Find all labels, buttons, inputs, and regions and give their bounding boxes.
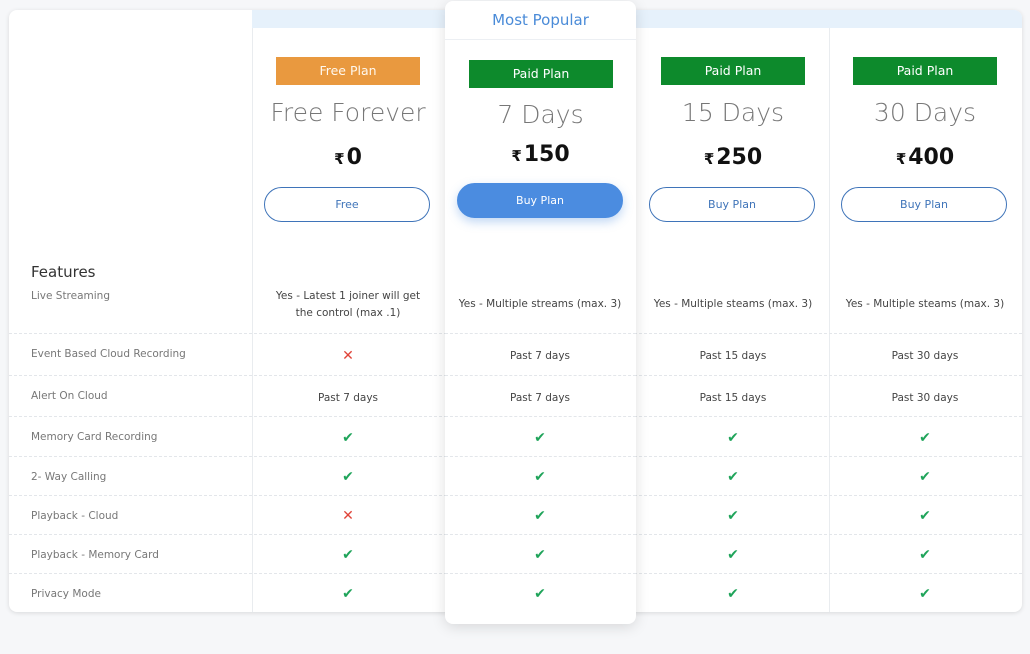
plan-badge: Paid Plan	[469, 60, 613, 88]
check-icon: ✔	[727, 586, 739, 602]
feature-value: Past 7 days	[317, 392, 379, 404]
price-value: 0	[346, 145, 362, 170]
price-value: 150	[523, 142, 570, 167]
currency-symbol: ₹	[511, 147, 522, 165]
feature-value: Past 7 days	[509, 350, 571, 362]
plan-name: Free Forever	[270, 98, 426, 127]
feature-value: Yes - Multiple streams (max. 3)	[458, 298, 622, 310]
check-icon: ✔	[727, 547, 739, 563]
plan-badge: Free Plan	[276, 57, 420, 85]
check-icon: ✔	[342, 586, 354, 602]
feature-label: Playback - Memory Card	[31, 549, 159, 561]
feature-value: Yes - Multiple steams (max. 3)	[653, 298, 813, 310]
check-icon: ✔	[534, 469, 546, 485]
feature-value: Past 30 days	[891, 392, 959, 404]
row-separator	[445, 573, 636, 574]
feature-label: 2- Way Calling	[31, 471, 107, 483]
plan-badge: Paid Plan	[853, 57, 997, 85]
check-icon: ✔	[919, 547, 931, 563]
check-icon: ✔	[919, 469, 931, 485]
plan-price: ₹0	[252, 145, 444, 170]
check-icon: ✔	[534, 586, 546, 602]
feature-label: Memory Card Recording	[31, 431, 158, 443]
feature-label: Event Based Cloud Recording	[31, 348, 186, 360]
check-icon: ✔	[534, 430, 546, 446]
row-separator	[445, 416, 636, 417]
feature-value: Past 15 days	[699, 350, 767, 362]
buy-plan-button[interactable]: Buy Plan	[457, 183, 623, 218]
feature-label: Playback - Cloud	[31, 510, 119, 522]
plan-badge: Paid Plan	[661, 57, 805, 85]
row-separator	[445, 534, 636, 535]
most-popular-label: Most Popular	[445, 1, 636, 40]
check-icon: ✔	[727, 508, 739, 524]
currency-symbol: ₹	[334, 150, 345, 168]
check-icon: ✔	[919, 508, 931, 524]
plan-price: ₹250	[637, 145, 829, 170]
plan-price: ₹400	[829, 145, 1021, 170]
cross-icon: ✕	[342, 348, 354, 364]
check-icon: ✔	[727, 469, 739, 485]
cross-icon: ✕	[342, 508, 354, 524]
check-icon: ✔	[919, 586, 931, 602]
free-button[interactable]: Free	[264, 187, 430, 222]
plan-name: 7 Days	[497, 100, 584, 129]
check-icon: ✔	[534, 508, 546, 524]
row-separator	[445, 375, 636, 376]
feature-value: Past 15 days	[699, 392, 767, 404]
plan-name: 30 Days	[873, 98, 977, 127]
currency-symbol: ₹	[895, 150, 907, 168]
price-value: 250	[716, 145, 763, 170]
feature-value: Yes - Multiple steams (max. 3)	[845, 298, 1005, 310]
feature-label: Live Streaming	[31, 290, 111, 302]
check-icon: ✔	[342, 469, 354, 485]
feature-label: Alert On Cloud	[31, 390, 108, 402]
feature-label: Privacy Mode	[31, 588, 101, 600]
feature-value: Yes - Latest 1 joiner will get the contr…	[275, 290, 421, 319]
row-separator	[445, 333, 636, 334]
table-top-strip	[252, 10, 1022, 28]
buy-plan-button[interactable]: Buy Plan	[649, 187, 815, 222]
currency-symbol: ₹	[703, 150, 715, 168]
price-value: 400	[908, 145, 955, 170]
check-icon: ✔	[342, 547, 354, 563]
check-icon: ✔	[342, 430, 354, 446]
check-icon: ✔	[727, 430, 739, 446]
check-icon: ✔	[534, 547, 546, 563]
plan-price: ₹150	[445, 142, 636, 167]
row-separator	[445, 456, 636, 457]
row-separator	[445, 495, 636, 496]
features-title: Features	[31, 263, 96, 281]
check-icon: ✔	[919, 430, 931, 446]
feature-value: Past 7 days	[509, 392, 571, 404]
buy-plan-button[interactable]: Buy Plan	[841, 187, 1007, 222]
feature-value: Past 30 days	[891, 350, 959, 362]
plan-name: 15 Days	[681, 98, 785, 127]
